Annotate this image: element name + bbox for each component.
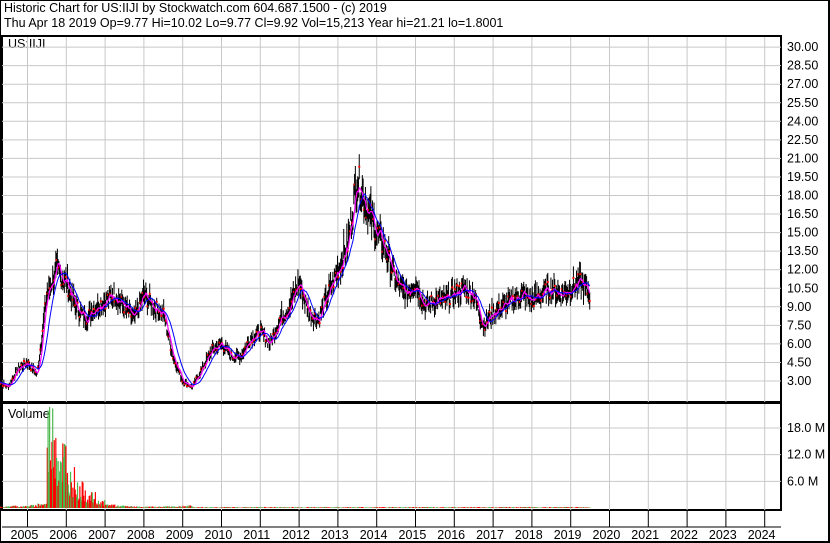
y-tick-label: 15.00 — [787, 226, 818, 240]
y-tick-label: 27.00 — [787, 77, 818, 91]
y-tick-label: 9.00 — [787, 300, 811, 314]
price-close-mark — [458, 284, 461, 287]
price-panel-frame — [1, 35, 782, 403]
x-tick-label: 2014 — [360, 528, 388, 542]
x-tick-label: 2011 — [243, 528, 270, 542]
price-close-mark — [358, 165, 361, 168]
chart-window: Historic Chart for US:IIJI by Stockwatch… — [0, 0, 830, 543]
price-close-mark — [549, 296, 552, 299]
price-close-mark — [300, 287, 303, 290]
volume-tick-label: 18.0 M — [787, 421, 825, 435]
price-close-mark — [497, 301, 500, 304]
y-tick-label: 13.50 — [787, 244, 818, 258]
price-close-mark — [467, 296, 470, 299]
price-close-mark — [572, 277, 575, 280]
x-tick-label: 2018 — [515, 528, 543, 542]
y-tick-label: 30.00 — [787, 40, 818, 54]
price-close-mark — [449, 302, 452, 305]
price-close-mark — [490, 306, 493, 309]
price-close-mark — [588, 299, 591, 302]
volume-tick-label: 6.0 M — [787, 474, 818, 488]
price-close-mark — [511, 295, 514, 298]
y-tick-label: 4.50 — [787, 355, 811, 369]
y-tick-label: 16.50 — [787, 207, 818, 221]
x-tick-label: 2023 — [709, 528, 737, 542]
price-close-mark — [546, 280, 549, 283]
y-tick-label: 18.00 — [787, 189, 818, 203]
stock-chart: US:IIJI Volume 2004200520062007200820092… — [0, 0, 830, 543]
price-close-mark — [456, 284, 459, 287]
price-close-mark — [148, 292, 151, 295]
x-tick-label: 2021 — [631, 528, 659, 542]
price-close-mark — [337, 276, 340, 279]
x-tick-label: 2008 — [127, 528, 155, 542]
moving-average-short — [0, 187, 591, 388]
x-tick-label: 2019 — [554, 528, 582, 542]
x-tick-label: 2016 — [437, 528, 465, 542]
x-tick-label: 2005 — [11, 528, 39, 542]
price-close-mark — [123, 311, 126, 314]
price-close-mark — [544, 283, 547, 286]
x-tick-label: 2006 — [49, 528, 77, 542]
y-tick-label: 10.50 — [787, 281, 818, 295]
x-tick-label: 2017 — [476, 528, 504, 542]
price-close-mark — [332, 285, 335, 288]
y-tick-label: 22.50 — [787, 133, 818, 147]
price-close-mark — [41, 329, 44, 332]
price-close-mark — [64, 276, 67, 279]
y-tick-label: 6.00 — [787, 337, 811, 351]
y-tick-label: 25.50 — [787, 96, 818, 110]
price-panel-label: US:IIJI — [8, 37, 46, 51]
price-close-mark — [29, 368, 32, 371]
price-close-mark — [504, 310, 507, 313]
price-close-mark — [388, 250, 391, 253]
price-close-mark — [553, 284, 556, 287]
price-close-mark — [23, 360, 26, 363]
y-tick-label: 21.00 — [787, 151, 818, 165]
price-close-mark — [451, 286, 454, 289]
volume-tick-label: 12.0 M — [787, 448, 825, 462]
price-close-mark — [99, 300, 102, 303]
x-tick-label: 2022 — [670, 528, 698, 542]
x-tick-label: 2012 — [282, 528, 310, 542]
x-tick-label: 2013 — [321, 528, 349, 542]
x-tick-label: 2024 — [748, 528, 776, 542]
volume-panel-frame — [1, 402, 782, 511]
x-tick-label: 2020 — [593, 528, 621, 542]
price-close-mark — [488, 311, 491, 314]
price-close-mark — [318, 322, 321, 325]
x-tick-label: 2009 — [166, 528, 194, 542]
y-tick-label: 7.50 — [787, 318, 811, 332]
x-tick-label: 2010 — [205, 528, 233, 542]
price-close-mark — [579, 273, 582, 276]
x-tick-label: 2007 — [88, 528, 116, 542]
price-close-mark — [539, 299, 542, 302]
price-close-mark — [532, 305, 535, 308]
price-close-mark — [155, 300, 158, 303]
price-close-mark — [160, 314, 163, 317]
y-tick-label: 24.00 — [787, 114, 818, 128]
volume-panel-label: Volume — [8, 407, 50, 421]
y-tick-label: 19.50 — [787, 170, 818, 184]
price-close-mark — [453, 288, 456, 291]
y-tick-label: 3.00 — [787, 374, 811, 388]
x-tick-label: 2015 — [399, 528, 427, 542]
y-tick-label: 12.00 — [787, 263, 818, 277]
y-tick-label: 28.50 — [787, 59, 818, 73]
price-close-mark — [92, 307, 95, 310]
price-close-mark — [162, 307, 165, 310]
outer-frame — [0, 0, 830, 543]
price-close-mark — [465, 296, 468, 299]
